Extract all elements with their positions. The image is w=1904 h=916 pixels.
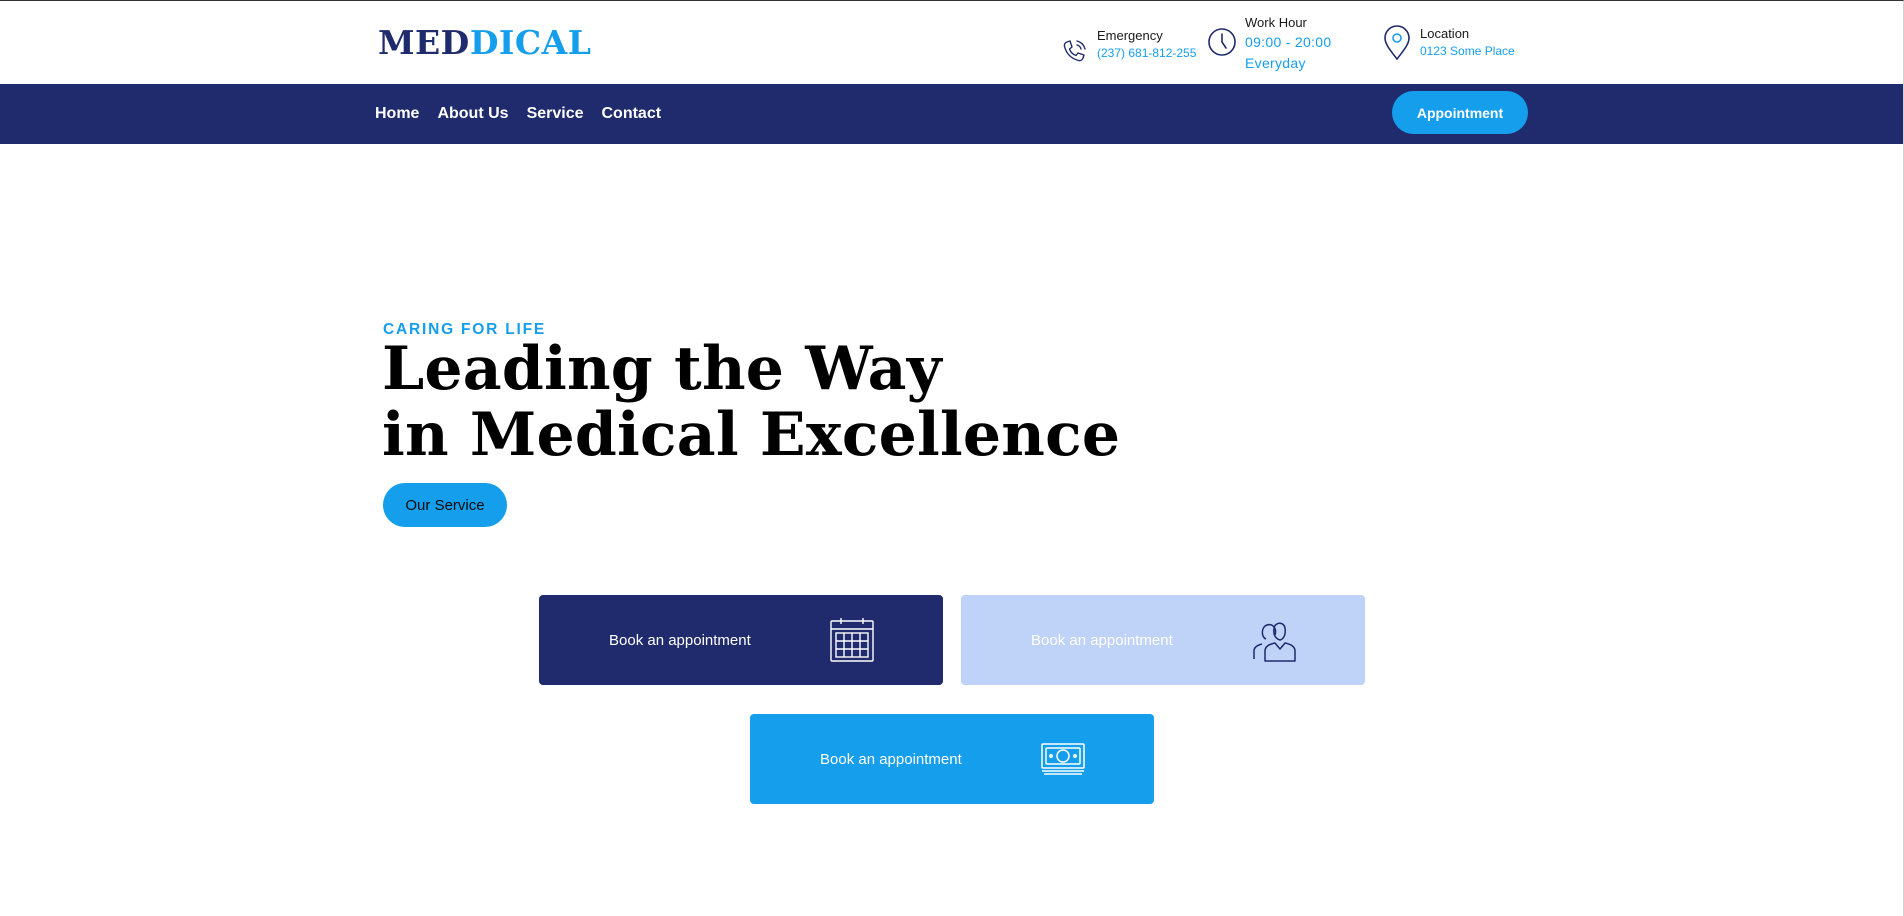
work-hour-time: 09:00 - 20:00: [1245, 34, 1332, 50]
card-label: Book an appointment: [820, 750, 962, 768]
work-hour-days: Everyday: [1245, 55, 1306, 71]
nav-contact[interactable]: Contact: [602, 105, 662, 123]
emergency-phone[interactable]: (237) 681-812-255: [1097, 45, 1196, 61]
main-navbar: Home About Us Service Contact Appointmen…: [0, 84, 1903, 144]
people-icon: [1251, 617, 1297, 663]
nav-links: Home About Us Service Contact: [375, 84, 679, 144]
appointment-button[interactable]: Appointment: [1392, 91, 1528, 134]
work-hour-info: Work Hour 09:00 - 20:00 Everyday: [1207, 14, 1332, 71]
book-appointment-card-payment[interactable]: Book an appointment: [750, 714, 1154, 804]
top-header: MEDDICAL Emergency (237) 681-812-255 Wor…: [0, 1, 1903, 84]
money-icon: [1040, 736, 1086, 782]
emergency-info: Emergency (237) 681-812-255: [1059, 27, 1196, 83]
location-info: Location 0123 Some Place: [1382, 25, 1515, 81]
location-label: Location: [1420, 26, 1470, 41]
clock-icon: [1207, 27, 1237, 61]
calendar-icon: [829, 617, 875, 663]
logo-part-dical: DICAL: [469, 23, 592, 62]
emergency-label: Emergency: [1097, 28, 1163, 43]
location-address[interactable]: 0123 Some Place: [1420, 43, 1515, 59]
logo-part-med: MED: [378, 23, 470, 62]
phone-icon: [1059, 37, 1089, 71]
nav-service[interactable]: Service: [527, 105, 584, 123]
logo[interactable]: MEDDICAL: [378, 23, 591, 63]
book-appointment-card-people[interactable]: Book an appointment: [961, 595, 1365, 685]
book-appointment-card[interactable]: Book an appointment: [539, 595, 943, 685]
card-label: Book an appointment: [609, 631, 751, 649]
hero-headline-line1: Leading the Way: [382, 334, 942, 404]
location-pin-icon: [1382, 25, 1412, 61]
nav-home[interactable]: Home: [375, 105, 419, 123]
nav-about-us[interactable]: About Us: [437, 105, 508, 123]
our-service-button[interactable]: Our Service: [383, 483, 507, 527]
card-label: Book an appointment: [1031, 631, 1173, 649]
work-hour-label: Work Hour: [1245, 15, 1307, 30]
hero-headline-line2: in Medical Excellence: [382, 400, 1121, 470]
hero-headline: Leading the Way in Medical Excellence: [382, 336, 1120, 468]
